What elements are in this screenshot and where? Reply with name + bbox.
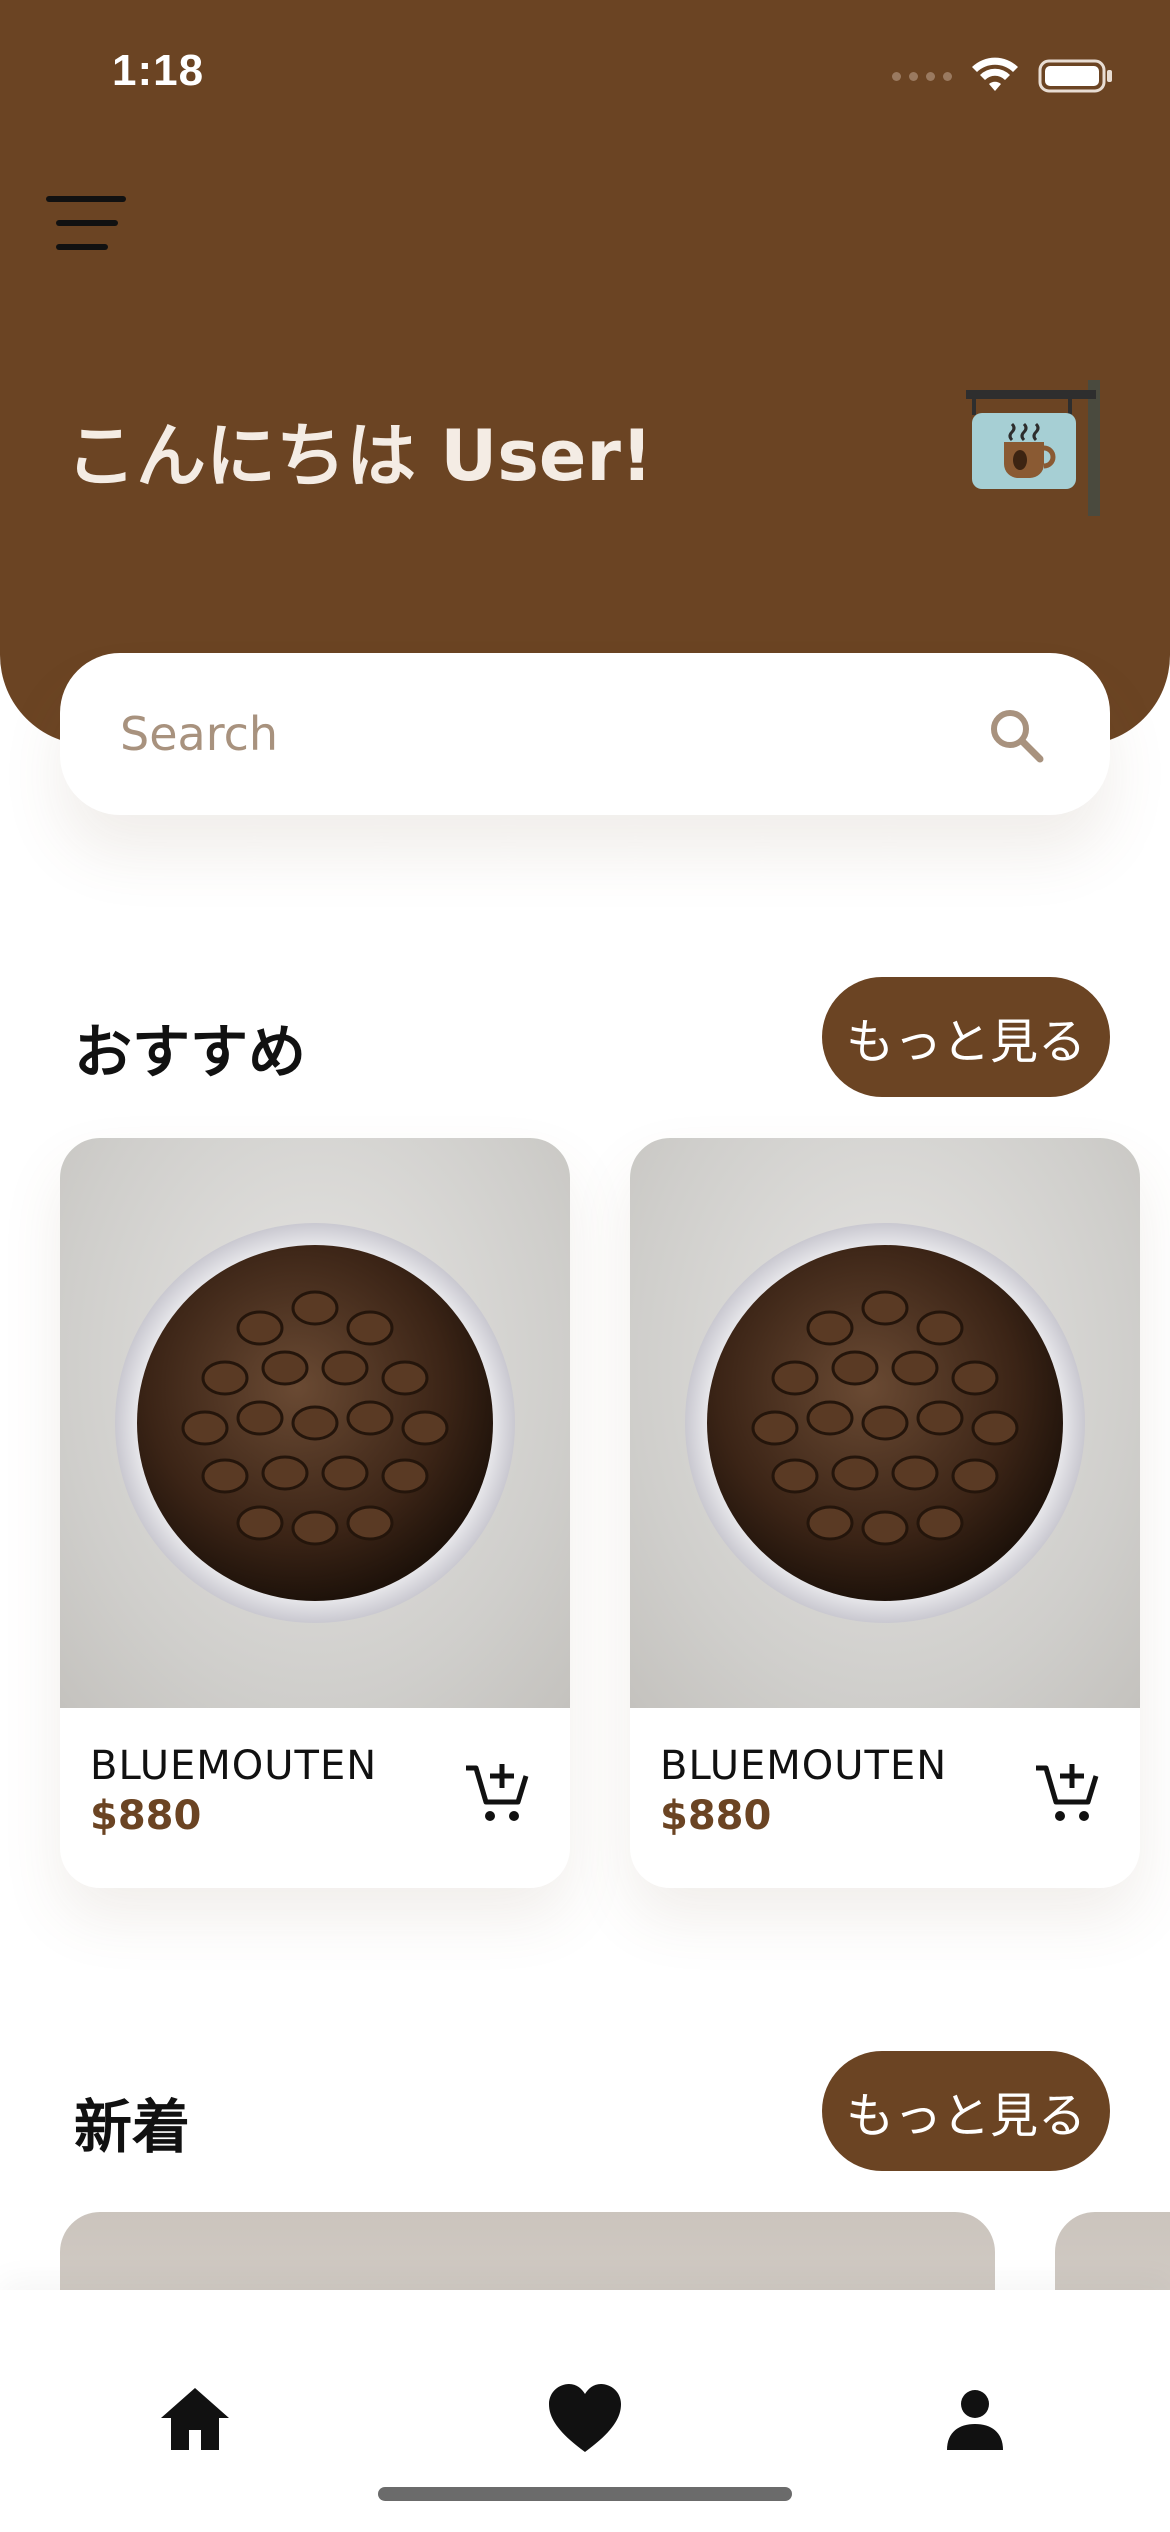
- add-to-cart-icon[interactable]: [462, 1758, 532, 1828]
- product-price: $880: [660, 1793, 772, 1839]
- battery-icon: [1038, 59, 1112, 93]
- more-button-new[interactable]: もっと見る: [822, 2051, 1110, 2171]
- search-input[interactable]: [120, 699, 970, 769]
- signal-icon: [892, 71, 952, 81]
- status-indicators: [892, 52, 1114, 100]
- more-button-recommended[interactable]: もっと見る: [822, 977, 1110, 1097]
- section-title-text: 新着: [74, 2093, 191, 2161]
- person-icon[interactable]: [935, 2380, 1015, 2460]
- product-card[interactable]: BLUEMOUTEN $880: [60, 1138, 570, 1888]
- home-indicator: [378, 2487, 792, 2501]
- cafe-sign-icon: [966, 380, 1100, 516]
- search-icon[interactable]: [986, 705, 1046, 765]
- header: 1:18 こんにちは User!: [0, 0, 1170, 745]
- greeting-text: こんにちは User!: [66, 415, 653, 497]
- add-to-cart-icon[interactable]: [1032, 1758, 1102, 1828]
- section-title-recommended: おすすめ: [60, 1005, 315, 1089]
- section-title-text: おすすめ: [74, 1018, 307, 1086]
- coffee-beans-bowl-image: [60, 1138, 570, 1708]
- product-price: $880: [90, 1793, 202, 1839]
- search-bar: [60, 653, 1110, 815]
- section-title-new: 新着: [60, 2080, 199, 2164]
- product-name: BLUEMOUTEN: [90, 1743, 378, 1789]
- wifi-icon: [972, 57, 1018, 91]
- product-name: BLUEMOUTEN: [660, 1743, 948, 1789]
- hamburger-menu-icon[interactable]: [40, 190, 130, 260]
- home-icon[interactable]: [155, 2380, 235, 2460]
- product-card[interactable]: BLUEMOUTEN $880: [630, 1138, 1140, 1888]
- heart-icon[interactable]: [545, 2380, 625, 2460]
- coffee-beans-bowl-image: [630, 1138, 1140, 1708]
- app-screen: 1:18 こんにちは User! Search おすすめ もっと見る BLUEM…: [0, 0, 1170, 2532]
- status-time: 1:18: [112, 46, 205, 95]
